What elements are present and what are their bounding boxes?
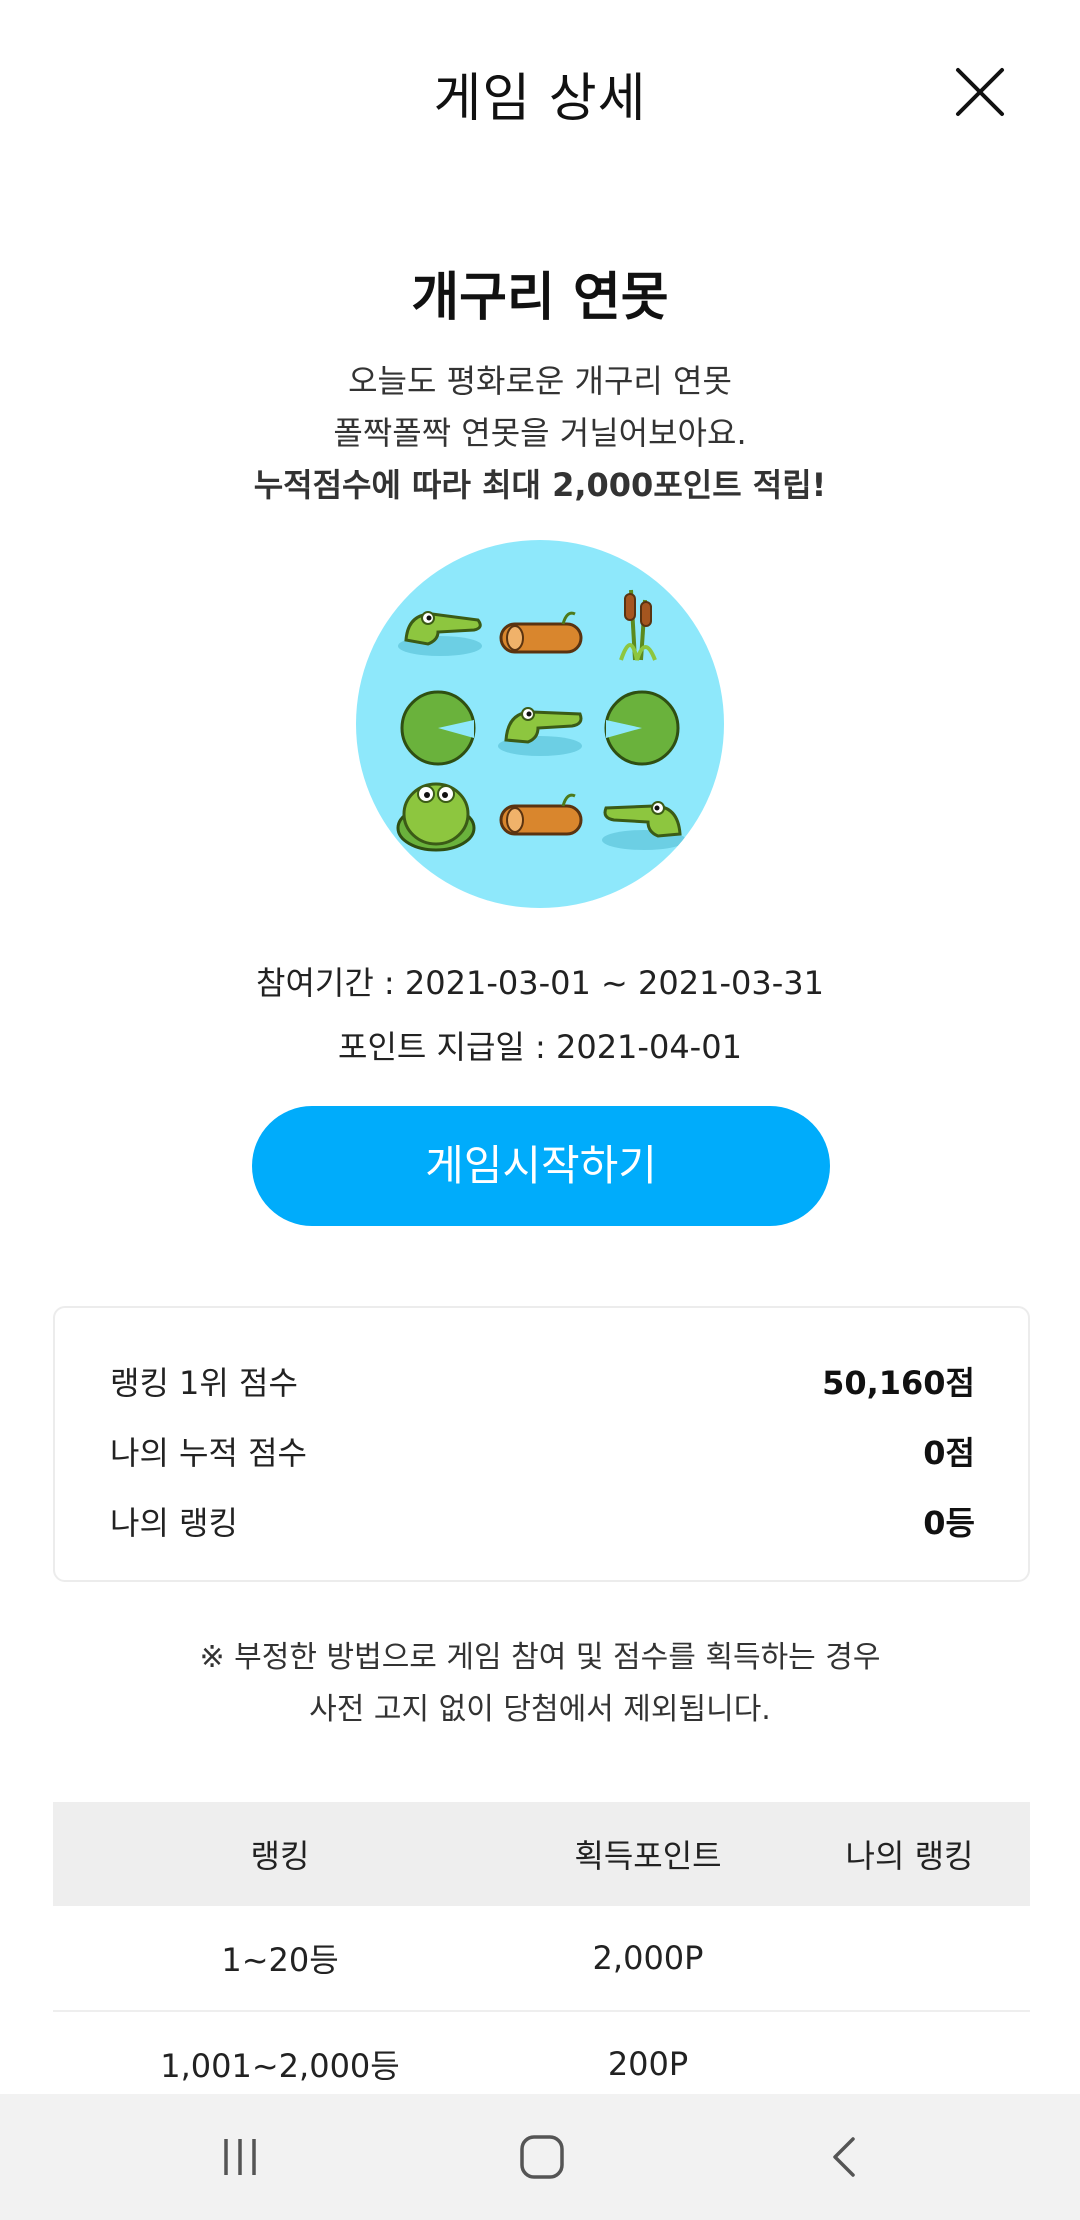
back-button[interactable] xyxy=(805,2122,885,2192)
participation-period: 참여기간 : 2021-03-01 ~ 2021-03-31 xyxy=(256,964,824,1002)
notice-line: ※ 부정한 방법으로 게임 참여 및 점수를 획득하는 경우 xyxy=(199,1640,881,1675)
my-ranking-row: 나의 랭킹 0등 xyxy=(110,1498,975,1548)
page-title: 게임 상세 xyxy=(433,69,647,129)
frog-icon xyxy=(396,782,476,852)
description-line: 오늘도 평화로운 개구리 연못 xyxy=(348,362,732,400)
game-description: 오늘도 평화로운 개구리 연못 폴짝폴짝 연못을 거닐어보아요. 누적점수에 따… xyxy=(0,355,1080,511)
table-cell xyxy=(789,1906,1030,2010)
close-icon xyxy=(956,68,1004,116)
system-nav-bar xyxy=(0,2094,1080,2220)
column-header: 랭킹 xyxy=(250,1837,310,1875)
table-row: 1~20등 2,000P xyxy=(53,1906,1030,2012)
recent-apps-icon xyxy=(224,2139,256,2175)
lily-pad-icon xyxy=(604,690,680,766)
log-icon xyxy=(499,793,583,836)
stat-label: 나의 랭킹 xyxy=(110,1504,238,1542)
log-icon xyxy=(499,611,583,654)
column-header: 획득포인트 xyxy=(574,1837,722,1875)
back-icon xyxy=(833,2137,855,2177)
game-title: 개구리 연못 xyxy=(411,268,669,328)
close-button[interactable] xyxy=(950,62,1010,122)
stat-value: 50,160점 xyxy=(822,1364,975,1402)
column-header: 나의 랭킹 xyxy=(845,1837,974,1875)
lily-pad-icon xyxy=(400,690,476,766)
notice-line: 사전 고지 없이 당첨에서 제외됩니다. xyxy=(309,1692,771,1727)
table-cell: 2,000P xyxy=(592,1939,704,1977)
stat-value: 0점 xyxy=(923,1434,975,1472)
table-cell: 1~20등 xyxy=(221,1941,339,1979)
home-button[interactable] xyxy=(502,2122,582,2192)
top-score-row: 랭킹 1위 점수 50,160점 xyxy=(110,1358,975,1408)
crocodile-icon xyxy=(498,707,583,756)
ranking-table: 랭킹 획득포인트 나의 랭킹 1~20등 2,000P 1,001~2,000등… xyxy=(53,1802,1030,2118)
header: 게임 상세 xyxy=(0,0,1080,190)
cattail-icon xyxy=(619,589,657,661)
game-thumbnail xyxy=(356,540,724,908)
description-line: 누적점수에 따라 최대 2,000포인트 적립! xyxy=(253,466,827,504)
home-icon xyxy=(520,2135,564,2179)
my-total-score-row: 나의 누적 점수 0점 xyxy=(110,1428,975,1478)
score-summary: 랭킹 1위 점수 50,160점 나의 누적 점수 0점 나의 랭킹 0등 xyxy=(53,1306,1030,1582)
stat-value: 0등 xyxy=(923,1504,975,1542)
table-header: 랭킹 획득포인트 나의 랭킹 xyxy=(53,1802,1030,1906)
fraud-notice: ※ 부정한 방법으로 게임 참여 및 점수를 획득하는 경우 사전 고지 없이 … xyxy=(0,1632,1080,1736)
start-game-button[interactable]: 게임시작하기 xyxy=(252,1106,830,1226)
crocodile-icon xyxy=(398,611,482,656)
point-payment-date: 포인트 지급일 : 2021-04-01 xyxy=(338,1028,742,1066)
stat-label: 나의 누적 점수 xyxy=(110,1434,307,1472)
stat-label: 랭킹 1위 점수 xyxy=(110,1364,298,1402)
description-line: 폴짝폴짝 연못을 거닐어보아요. xyxy=(333,414,747,452)
recent-apps-button[interactable] xyxy=(200,2122,280,2192)
crocodile-icon xyxy=(602,801,686,850)
